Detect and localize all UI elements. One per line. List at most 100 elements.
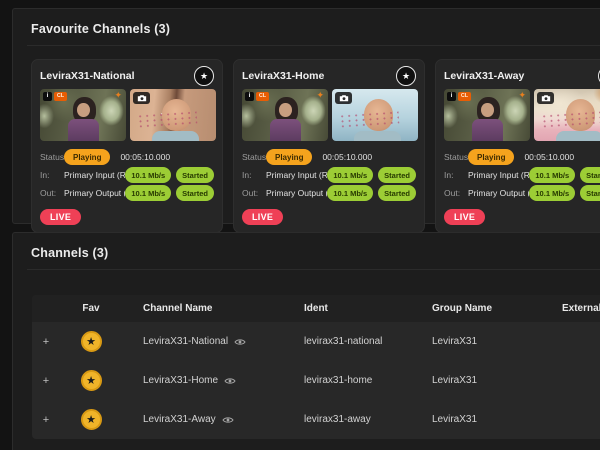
row-expander-button[interactable]: + [37,373,55,389]
output-video-preview[interactable] [130,89,216,141]
video-preview-image [270,119,301,141]
live-badge: LIVE [242,209,283,225]
eye-icon[interactable] [222,416,234,424]
col-header-external-ident[interactable]: External Ident [560,303,600,314]
col-header-channel-name[interactable]: Channel Name [122,303,302,314]
channels-panel: Channels (3) Fav Channel Name Ident Grou… [12,232,600,450]
star-icon: ★ [86,335,96,348]
eye-icon[interactable] [234,338,246,346]
out-label: Out: [40,187,64,200]
favourite-star-button[interactable]: ★ [194,66,214,86]
input-state-badge: Started [176,167,214,183]
status-badge: Playing [468,149,514,165]
output-name: Primary Output (RTP) [64,187,125,200]
group-name-cell: LeviraX31 [430,414,560,425]
input-row: In: Primary Input (RTP) 10.1 Mb/s Starte… [444,167,600,183]
star-icon: ★ [200,71,208,81]
live-row: LIVE [444,207,600,225]
input-row: In: Primary Input (RTP) 10.1 Mb/s Starte… [40,167,214,183]
star-icon: ★ [86,413,96,426]
input-row: In: Primary Input (RTP) 10.1 Mb/s Starte… [242,167,416,183]
table-row[interactable]: + ★ LeviraX31-Away levirax31-away Levira… [32,400,600,439]
out-label: Out: [444,187,468,200]
output-row: Out: Primary Output (RTP) 10.1 Mb/s Star… [242,185,416,201]
channel-card-header: LeviraX31-Home ★ [242,66,416,86]
channel-card-title: LeviraX31-National [40,70,135,82]
output-bitrate-badge: 10.1 Mb/s [327,185,373,201]
camera-icon [537,92,554,104]
favourite-toggle[interactable]: ★ [81,370,102,391]
overlay-badges: i CL [43,92,67,101]
col-header-ident[interactable]: Ident [302,303,430,314]
input-bitrate-badge: 10.1 Mb/s [125,167,171,183]
row-expander-button[interactable]: + [37,334,55,350]
output-state-badge: Started [580,185,600,201]
ident-cell: levirax31-away [302,414,430,425]
status-badge: Playing [266,149,312,165]
input-name: Primary Input (RTP) [468,169,529,182]
live-badge: LIVE [444,209,485,225]
video-preview-image [338,110,399,130]
out-label: Out: [242,187,266,200]
output-video-preview[interactable] [332,89,418,141]
overlay-badges: i CL [447,92,471,101]
table-row[interactable]: + ★ LeviraX31-National levirax31-nationa… [32,322,600,361]
video-preview-image [136,110,197,130]
channel-logo-icon: CL [256,92,269,101]
video-preview-image [556,131,600,141]
channel-card: LeviraX31-Home ★ i CL ✦ [233,59,425,233]
output-video-preview[interactable] [534,89,600,141]
output-row: Out: Primary Output (RTP) 10.1 Mb/s Star… [40,185,214,201]
status-badge: Playing [64,149,110,165]
input-video-preview[interactable]: i CL ✦ [40,89,126,141]
channel-card-header: LeviraX31-National ★ [40,66,214,86]
channel-card-title: LeviraX31-Away [444,70,524,82]
table-header-row: Fav Channel Name Ident Group Name Extern… [32,295,600,322]
status-row: Status: Playing 00:05:10.000 [40,149,214,165]
table-body: + ★ LeviraX31-National levirax31-nationa… [32,322,600,439]
input-video-preview[interactable]: i CL ✦ [444,89,530,141]
favourite-toggle[interactable]: ★ [81,331,102,352]
channel-logo-icon: CL [458,92,471,101]
camera-icon [133,92,150,104]
col-header-fav[interactable]: Fav [60,303,122,314]
broadcaster-logo-icon: ✦ [316,91,324,100]
favourite-star-button[interactable]: ★ [396,66,416,86]
live-badge: LIVE [40,209,81,225]
status-row: Status: Playing 00:05:10.000 [242,149,416,165]
output-bitrate-badge: 10.1 Mb/s [529,185,575,201]
output-state-badge: Started [378,185,416,201]
status-label: Status: [444,151,468,164]
live-row: LIVE [242,207,416,225]
favourite-toggle[interactable]: ★ [81,409,102,430]
status-label: Status: [242,151,266,164]
input-state-badge: Started [580,167,600,183]
eye-icon[interactable] [224,377,236,385]
input-video-preview[interactable]: i CL ✦ [242,89,328,141]
favourite-cards-row: LeviraX31-National ★ i CL ✦ [13,46,600,233]
video-preview-image [68,119,99,141]
output-state-badge: Started [176,185,214,201]
input-state-badge: Started [378,167,416,183]
favourite-channels-panel: Favourite Channels (3) LeviraX31-Nationa… [12,8,600,224]
in-label: In: [242,169,266,182]
input-name: Primary Input (RTP) [64,169,125,182]
preview-thumbnails: i CL ✦ [242,89,416,141]
group-name-cell: LeviraX31 [430,375,560,386]
divider [27,269,600,270]
col-header-group-name[interactable]: Group Name [430,303,560,314]
status-row: Status: Playing 00:05:10.000 [444,149,600,165]
channel-logo-icon: CL [54,92,67,101]
table-row[interactable]: + ★ LeviraX31-Home levirax31-home Levira… [32,361,600,400]
channel-card-title: LeviraX31-Home [242,70,324,82]
channel-card-header: LeviraX31-Away ★ [444,66,600,86]
channel-card: LeviraX31-Away ★ i CL ✦ [435,59,600,233]
channel-name-cell: LeviraX31-Away [143,414,216,425]
channel-name-cell: LeviraX31-National [143,336,228,347]
ident-cell: levirax31-home [302,375,430,386]
input-bitrate-badge: 10.1 Mb/s [327,167,373,183]
favourites-section-title: Favourite Channels (3) [13,9,600,45]
video-preview-image [472,119,503,141]
video-preview-image [540,110,600,130]
row-expander-button[interactable]: + [37,412,55,428]
